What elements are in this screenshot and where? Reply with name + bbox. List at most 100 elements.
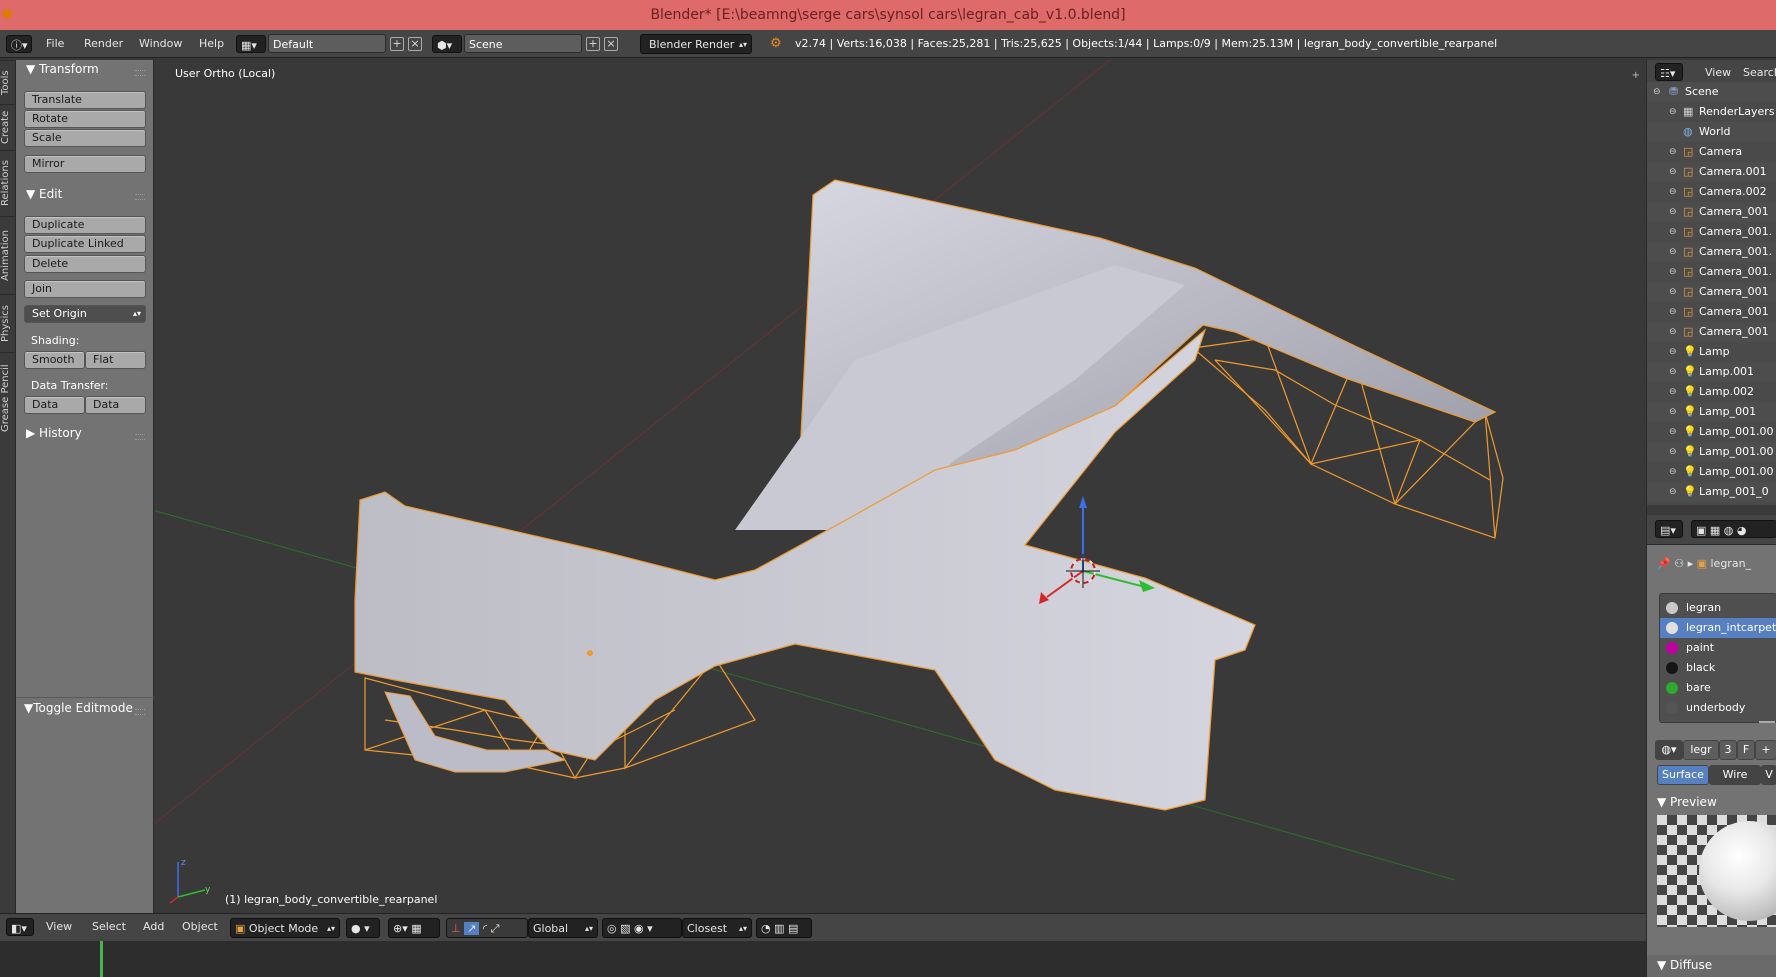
tab-tools[interactable]: Tools — [0, 60, 16, 104]
menu-help[interactable]: Help — [199, 30, 224, 58]
material-slot[interactable]: paint — [1660, 638, 1776, 658]
manipulator-toggles[interactable]: ⊥ ↗ ◜ ⤢ — [446, 918, 528, 938]
scene-name-field[interactable]: Scene — [464, 34, 582, 53]
expand-toggle-icon[interactable]: ⊖ — [1669, 362, 1677, 382]
expand-toggle-icon[interactable]: ⊖ — [1669, 342, 1677, 362]
outliner-item[interactable]: ⊖ ◲ Camera.001 — [1647, 162, 1776, 182]
scene-add-icon[interactable]: + — [586, 37, 600, 51]
tab-create[interactable]: Create — [0, 104, 16, 150]
panel-grip-icon[interactable] — [135, 194, 145, 200]
outliner-item[interactable]: ⊖ 💡 Lamp.001 — [1647, 362, 1776, 382]
data-layout-button[interactable]: Data Layo — [85, 396, 146, 414]
layout-add-icon[interactable]: + — [390, 37, 404, 51]
snap-target-dropdown[interactable]: Closest ▴▾ — [682, 918, 752, 938]
3d-viewport[interactable]: z y User Ortho (Local) (1) legran_body_c… — [155, 60, 1644, 913]
material-slot[interactable]: underbody — [1660, 698, 1776, 718]
outliner-view-menu[interactable]: View — [1705, 66, 1731, 79]
material-users-count[interactable]: 3 — [1719, 740, 1737, 760]
expand-toggle-icon[interactable]: ⊖ — [1669, 242, 1677, 262]
outliner-item[interactable]: ⊖ ◲ Camera_001 — [1647, 322, 1776, 342]
tab-animation[interactable]: Animation — [0, 216, 16, 294]
properties-context-tabs[interactable]: ▣ ▦ ◍ ◕ — [1691, 520, 1776, 538]
rotate-manipulator-icon[interactable]: ◜ — [483, 922, 487, 935]
scale-button[interactable]: Scale — [24, 129, 146, 147]
mode-dropdown[interactable]: ▣ Object Mode ▴▾ — [230, 918, 340, 938]
expand-toggle-icon[interactable]: ⊖ — [1669, 142, 1677, 162]
outliner-item[interactable]: ⊖ ◲ Camera — [1647, 142, 1776, 162]
transform-panel-header[interactable]: ▼ Transform — [26, 62, 99, 76]
scale-manipulator-icon[interactable]: ⤢ — [491, 922, 500, 935]
material-slot[interactable]: legran_intcarpet — [1660, 618, 1776, 638]
panel-grip-icon[interactable] — [135, 434, 145, 440]
outliner-item[interactable]: ⊖ 💡 Lamp.002 — [1647, 382, 1776, 402]
expand-toggle-icon[interactable]: ⊖ — [1669, 302, 1677, 322]
list-resize-grip-icon[interactable] — [1759, 721, 1775, 723]
layer-buttons[interactable]: ◎ ▧ ◉ ▾ — [602, 918, 682, 938]
outliner-item[interactable]: ⊖ ◲ Camera_001 — [1647, 302, 1776, 322]
menu-select[interactable]: Select — [92, 920, 126, 933]
current-frame-marker[interactable] — [100, 941, 103, 977]
expand-toggle-icon[interactable]: ⊖ — [1669, 202, 1677, 222]
menu-object[interactable]: Object — [182, 920, 218, 933]
layout-close-icon[interactable]: × — [408, 37, 422, 51]
translate-button[interactable]: Translate — [24, 91, 146, 109]
outliner-editor-type-button[interactable]: ☷▾ — [1655, 63, 1683, 81]
rotate-button[interactable]: Rotate — [24, 110, 146, 128]
outliner-item[interactable]: ⊖ ⛃ Scene — [1647, 82, 1776, 102]
3d-editor-type-button[interactable]: ◧▾ — [6, 918, 34, 936]
scene-close-icon[interactable]: × — [604, 37, 618, 51]
panel-grip-icon[interactable] — [135, 70, 145, 76]
expand-toggle-icon[interactable]: ⊖ — [1669, 382, 1677, 402]
data-transfer-button[interactable]: Data — [24, 396, 85, 414]
outliner-item[interactable]: ◍ World — [1647, 122, 1776, 142]
expand-toggle-icon[interactable]: ⊖ — [1669, 102, 1677, 122]
info-editor-type-button[interactable]: ⓘ▾ — [6, 35, 32, 53]
properties-editor-type-button[interactable]: ▤▾ — [1655, 520, 1683, 538]
expand-toggle-icon[interactable]: ⊖ — [1669, 182, 1677, 202]
toggle-editmode-panel-header[interactable]: ▼Toggle Editmode — [24, 701, 133, 715]
duplicate-button[interactable]: Duplicate — [24, 216, 146, 234]
menu-file[interactable]: File — [46, 30, 64, 58]
expand-toggle-icon[interactable]: ⊖ — [1669, 482, 1677, 502]
material-slot[interactable]: bare — [1660, 678, 1776, 698]
orientation-dropdown[interactable]: Global ▴▾ — [528, 918, 598, 938]
tab-physics[interactable]: Physics — [0, 294, 16, 352]
pivot-point-dropdown[interactable]: ⊕▾ ▦ — [388, 918, 440, 938]
expand-toggle-icon[interactable]: ⊖ — [1669, 222, 1677, 242]
panel-grip-icon[interactable] — [135, 709, 145, 715]
outliner-item[interactable]: ⊖ ◲ Camera_001 — [1647, 282, 1776, 302]
material-slot[interactable]: black — [1660, 658, 1776, 678]
outliner-item[interactable]: ⊖ 💡 Lamp_001 — [1647, 402, 1776, 422]
menu-render[interactable]: Render — [84, 30, 123, 58]
pin-icon[interactable]: 📌 — [1657, 557, 1671, 570]
outliner-scrollbar[interactable] — [1647, 505, 1776, 515]
layout-name-field[interactable]: Default — [268, 34, 386, 53]
outliner-item[interactable]: ⊖ 💡 Lamp_001_0 — [1647, 482, 1776, 502]
layout-browse-button[interactable]: ▦▾ — [236, 35, 266, 53]
outliner-item[interactable]: ⊖ 💡 Lamp — [1647, 342, 1776, 362]
new-material-icon[interactable]: + — [1755, 740, 1776, 760]
expand-toggle-icon[interactable]: ⊖ — [1669, 162, 1677, 182]
menu-window[interactable]: Window — [139, 30, 182, 58]
menu-add[interactable]: Add — [143, 920, 164, 933]
material-name-field[interactable]: legr — [1683, 740, 1719, 760]
render-engine-dropdown[interactable]: Blender Render ▴▾ — [640, 34, 752, 54]
outliner-item[interactable]: ⊖ 💡 Lamp_001.00 — [1647, 422, 1776, 442]
outliner-item[interactable]: ⊖ ◲ Camera_001. — [1647, 222, 1776, 242]
scene-browse-button[interactable]: ⬢▾ — [432, 35, 462, 53]
tab-grease-pencil[interactable]: Grease Pencil — [0, 352, 16, 444]
outliner-item[interactable]: ⊖ 💡 Lamp_001.00 — [1647, 442, 1776, 462]
outliner-item[interactable]: ⊖ ▦ RenderLayers — [1647, 102, 1776, 122]
expand-toggle-icon[interactable]: ⊖ — [1669, 322, 1677, 342]
outliner-item[interactable]: ⊖ 💡 Lamp_001.00 — [1647, 462, 1776, 482]
tab-relations[interactable]: Relations — [0, 150, 16, 216]
surface-tab[interactable]: Surface — [1657, 765, 1709, 785]
outliner-item[interactable]: ⊖ ◲ Camera.002 — [1647, 182, 1776, 202]
mirror-button[interactable]: Mirror — [24, 155, 146, 173]
outliner-item[interactable]: ⊖ ◲ Camera_001. — [1647, 242, 1776, 262]
fake-user-button[interactable]: F — [1737, 740, 1755, 760]
volume-tab[interactable]: V — [1761, 765, 1776, 785]
expand-toggle-icon[interactable]: ⊖ — [1669, 282, 1677, 302]
wire-tab[interactable]: Wire — [1709, 765, 1761, 785]
edit-panel-header[interactable]: ▼ Edit — [26, 187, 62, 201]
